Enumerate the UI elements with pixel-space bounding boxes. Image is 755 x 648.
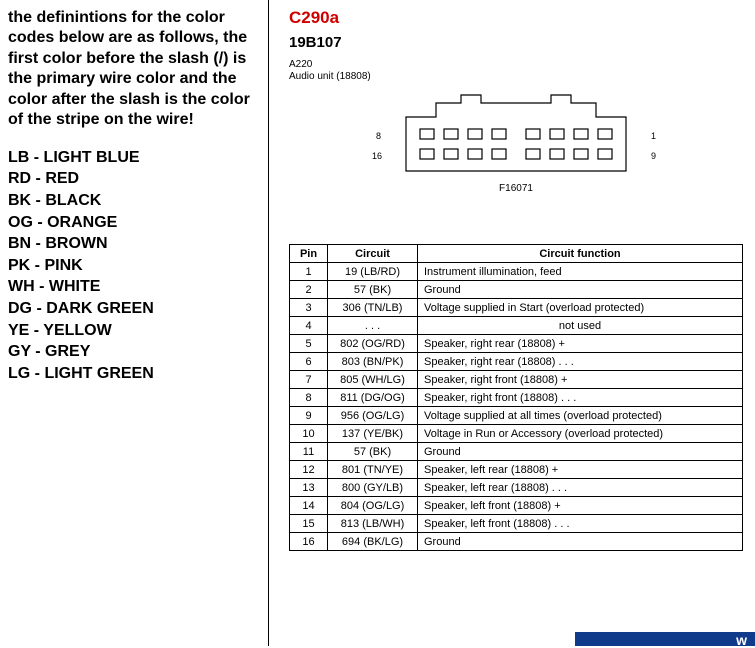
cell-pin: 9 (290, 407, 328, 425)
legend-item: LG - LIGHT GREEN (8, 363, 263, 385)
table-row: 4. . .not used (290, 317, 743, 335)
cell-pin: 7 (290, 371, 328, 389)
legend-item: LB - LIGHT BLUE (8, 147, 263, 169)
legend-list: LB - LIGHT BLUERD - REDBK - BLACKOG - OR… (8, 147, 263, 385)
legend-item: YE - YELLOW (8, 320, 263, 342)
legend-item: GY - GREY (8, 341, 263, 363)
cell-function: Speaker, right front (18808) + (418, 371, 743, 389)
table-row: 1157 (BK)Ground (290, 443, 743, 461)
cell-circuit: 813 (LB/WH) (328, 515, 418, 533)
cell-pin: 11 (290, 443, 328, 461)
cell-circuit: 805 (WH/LG) (328, 371, 418, 389)
cell-pin: 4 (290, 317, 328, 335)
cell-pin: 10 (290, 425, 328, 443)
table-row: 12801 (TN/YE)Speaker, left rear (18808) … (290, 461, 743, 479)
cell-circuit: 19 (LB/RD) (328, 263, 418, 281)
cell-pin: 3 (290, 299, 328, 317)
footer-bar (575, 632, 755, 646)
table-row: 8811 (DG/OG)Speaker, right front (18808)… (290, 389, 743, 407)
cell-circuit: 803 (BN/PK) (328, 353, 418, 371)
cell-pin: 5 (290, 335, 328, 353)
table-row: 10137 (YE/BK)Voltage in Run or Accessory… (290, 425, 743, 443)
cell-circuit: 800 (GY/LB) (328, 479, 418, 497)
cell-function: Speaker, right front (18808) . . . (418, 389, 743, 407)
col-function: Circuit function (418, 245, 743, 263)
cell-circuit: 306 (TN/LB) (328, 299, 418, 317)
cell-pin: 8 (290, 389, 328, 407)
table-row: 7805 (WH/LG)Speaker, right front (18808)… (290, 371, 743, 389)
cell-function: Speaker, left rear (18808) + (418, 461, 743, 479)
cell-function: Instrument illumination, feed (418, 263, 743, 281)
pin-label-1: 1 (651, 131, 656, 141)
table-row: 6803 (BN/PK)Speaker, right rear (18808) … (290, 353, 743, 371)
connector-id: C290a (289, 8, 743, 28)
table-row: 15813 (LB/WH)Speaker, left front (18808)… (290, 515, 743, 533)
connector-icon (386, 89, 646, 179)
cell-pin: 13 (290, 479, 328, 497)
cell-circuit: . . . (328, 317, 418, 335)
cell-circuit: 804 (OG/LG) (328, 497, 418, 515)
table-row: 3306 (TN/LB)Voltage supplied in Start (o… (290, 299, 743, 317)
cell-pin: 15 (290, 515, 328, 533)
cell-function: Speaker, right rear (18808) + (418, 335, 743, 353)
table-row: 257 (BK)Ground (290, 281, 743, 299)
cell-pin: 12 (290, 461, 328, 479)
cell-circuit: 57 (BK) (328, 281, 418, 299)
cell-function: Voltage supplied in Start (overload prot… (418, 299, 743, 317)
pin-label-8: 8 (376, 131, 381, 141)
pin-label-16: 16 (372, 151, 382, 161)
table-header-row: Pin Circuit Circuit function (290, 245, 743, 263)
cell-function: Voltage in Run or Accessory (overload pr… (418, 425, 743, 443)
table-row: 13800 (GY/LB)Speaker, left rear (18808) … (290, 479, 743, 497)
legend-item: DG - DARK GREEN (8, 298, 263, 320)
cell-function: Ground (418, 533, 743, 551)
cell-circuit: 956 (OG/LG) (328, 407, 418, 425)
cell-circuit: 802 (OG/RD) (328, 335, 418, 353)
legend-item: WH - WHITE (8, 276, 263, 298)
cell-circuit: 57 (BK) (328, 443, 418, 461)
cell-circuit: 801 (TN/YE) (328, 461, 418, 479)
cell-function: Voltage supplied at all times (overload … (418, 407, 743, 425)
cell-function: Speaker, left front (18808) + (418, 497, 743, 515)
legend-item: BN - BROWN (8, 233, 263, 255)
right-panel: C290a 19B107 A220 Audio unit (18808) 8 1… (268, 0, 755, 646)
intro-text: the definintions for the color codes bel… (8, 8, 263, 131)
cell-function: Speaker, left front (18808) . . . (418, 515, 743, 533)
legend-item: OG - ORANGE (8, 212, 263, 234)
figure-number: F16071 (366, 183, 666, 194)
table-row: 119 (LB/RD)Instrument illumination, feed (290, 263, 743, 281)
cell-circuit: 137 (YE/BK) (328, 425, 418, 443)
col-circuit: Circuit (328, 245, 418, 263)
sub-label-a220: A220 (289, 59, 743, 71)
table-row: 9956 (OG/LG)Voltage supplied at all time… (290, 407, 743, 425)
table-row: 14804 (OG/LG)Speaker, left front (18808)… (290, 497, 743, 515)
sub-label-audio-unit: Audio unit (18808) (289, 71, 743, 83)
cell-pin: 6 (290, 353, 328, 371)
table-row: 16694 (BK/LG)Ground (290, 533, 743, 551)
cell-pin: 16 (290, 533, 328, 551)
cell-function: not used (418, 317, 743, 335)
cell-circuit: 694 (BK/LG) (328, 533, 418, 551)
cell-circuit: 811 (DG/OG) (328, 389, 418, 407)
cell-function: Speaker, left rear (18808) . . . (418, 479, 743, 497)
left-panel: the definintions for the color codes bel… (8, 8, 263, 384)
sub-labels: A220 Audio unit (18808) (289, 59, 743, 83)
legend-item: RD - RED (8, 168, 263, 190)
cell-pin: 14 (290, 497, 328, 515)
cell-function: Ground (418, 443, 743, 461)
pin-label-9: 9 (651, 151, 656, 161)
legend-item: BK - BLACK (8, 190, 263, 212)
cell-pin: 1 (290, 263, 328, 281)
cell-pin: 2 (290, 281, 328, 299)
col-pin: Pin (290, 245, 328, 263)
table-row: 5802 (OG/RD)Speaker, right rear (18808) … (290, 335, 743, 353)
legend-item: PK - PINK (8, 255, 263, 277)
part-number: 19B107 (289, 34, 743, 51)
cell-function: Speaker, right rear (18808) . . . (418, 353, 743, 371)
connector-diagram: 8 1 16 9 (366, 89, 666, 194)
cell-function: Ground (418, 281, 743, 299)
circuit-table: Pin Circuit Circuit function 119 (LB/RD)… (289, 244, 743, 551)
